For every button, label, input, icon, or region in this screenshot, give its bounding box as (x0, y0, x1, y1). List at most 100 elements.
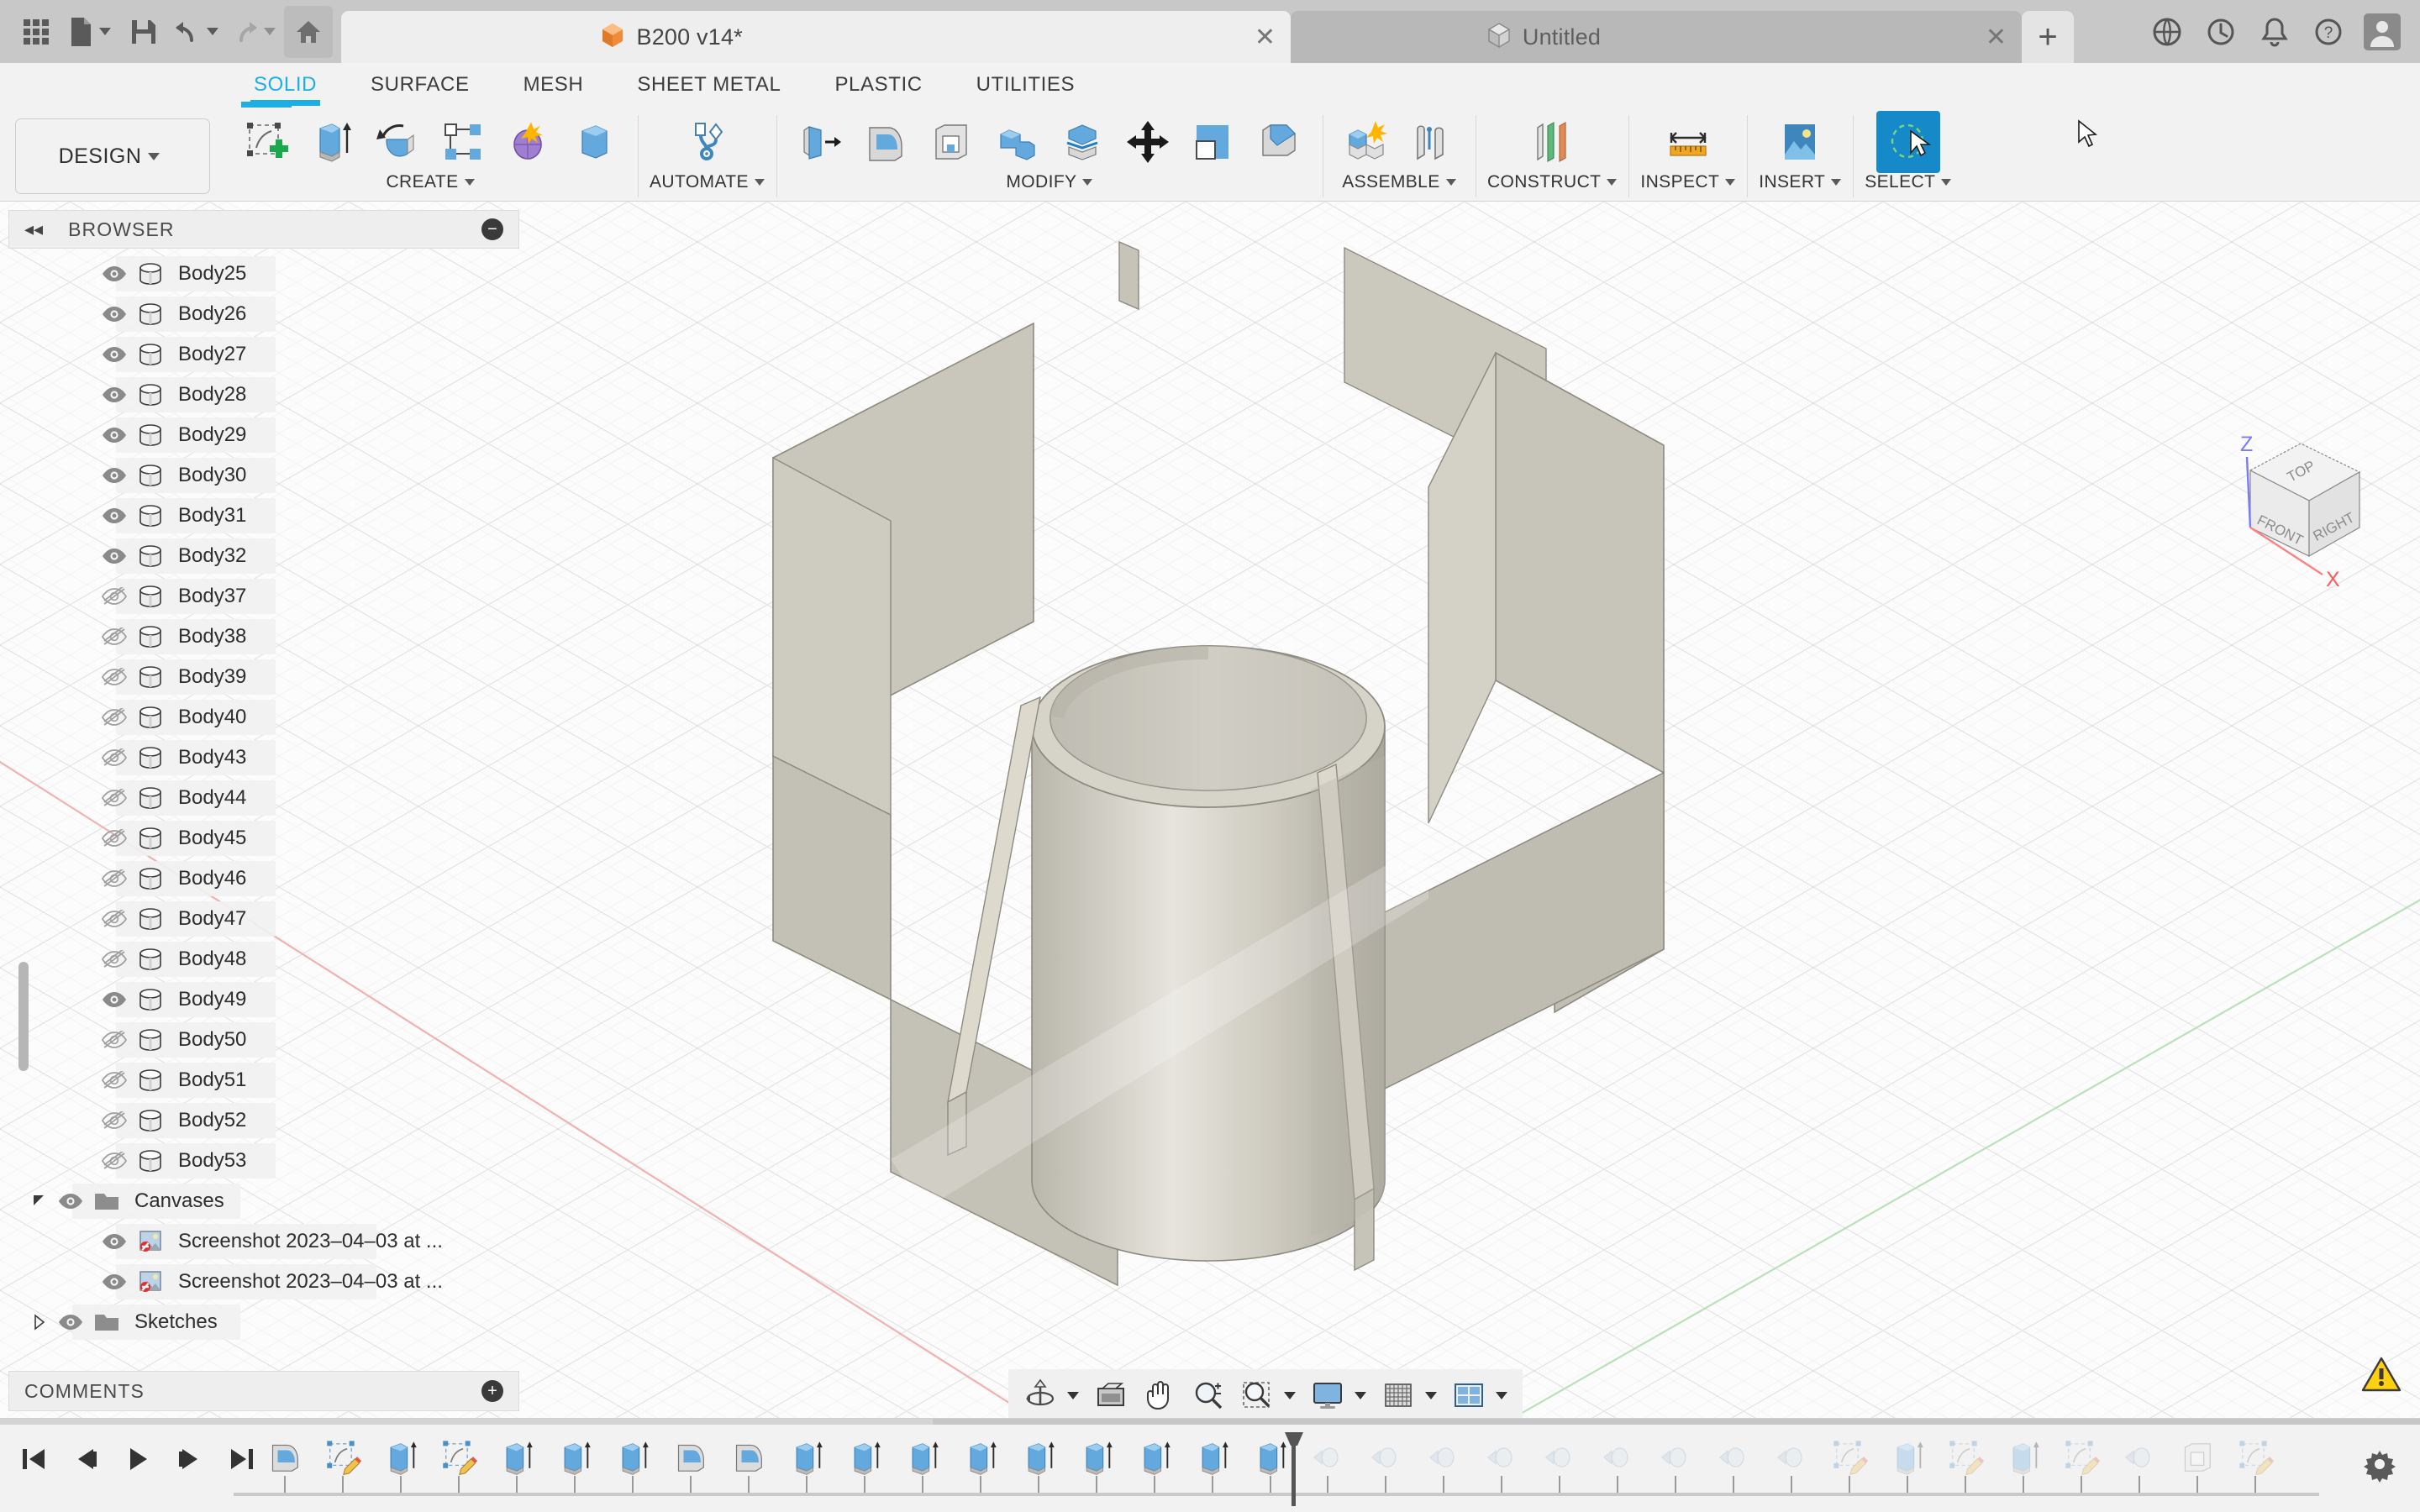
chevron-down-icon[interactable] (1067, 1392, 1079, 1399)
align-button[interactable] (1181, 111, 1245, 173)
insert-canvas-button[interactable] (1768, 111, 1832, 173)
orbit-button[interactable] (1017, 1372, 1064, 1419)
display-settings-button[interactable] (1304, 1372, 1351, 1419)
visibility-toggle[interactable] (96, 1152, 133, 1170)
app-grid-button[interactable] (12, 6, 60, 58)
joint-button[interactable] (1400, 111, 1464, 173)
grid-snaps-button[interactable] (1375, 1372, 1422, 1419)
ribbon-tab-surface[interactable]: SURFACE (344, 63, 497, 107)
group-label-construct[interactable]: CONSTRUCT (1487, 172, 1617, 192)
ribbon-tab-solid[interactable]: SOLID (227, 63, 344, 107)
visibility-toggle[interactable] (96, 587, 133, 606)
visibility-toggle[interactable] (96, 466, 133, 485)
timeline-feature[interactable] (1595, 1434, 1640, 1481)
timeline-feature[interactable] (378, 1434, 424, 1481)
split-body-button[interactable] (1050, 111, 1114, 173)
ribbon-tab-plastic[interactable]: PLASTIC (808, 63, 949, 107)
browser-item-body51[interactable]: Body51 (8, 1060, 519, 1100)
browser-item-body27[interactable]: Body27 (8, 334, 519, 375)
timeline-feature[interactable] (2175, 1434, 2220, 1481)
browser-item-body37[interactable]: Body37 (8, 576, 519, 617)
visibility-toggle[interactable] (96, 990, 133, 1009)
combine-button[interactable] (985, 111, 1049, 173)
new-tab-button[interactable]: + (2022, 11, 2074, 63)
save-button[interactable] (119, 6, 168, 58)
visibility-toggle[interactable] (96, 426, 133, 444)
chevron-down-icon[interactable] (1284, 1392, 1296, 1399)
browser-item-body25[interactable]: Body25 (8, 254, 519, 294)
tab-close-button[interactable]: ✕ (1964, 23, 2007, 52)
account-avatar-icon[interactable] (2358, 8, 2407, 56)
browser-scrollbar-thumb[interactable] (18, 962, 29, 1071)
browser-item-body45[interactable]: Body45 (8, 818, 519, 858)
group-label-select[interactable]: SELECT (1865, 172, 1951, 192)
visibility-toggle[interactable] (96, 1031, 133, 1049)
view-cube[interactable]: TOP FRONT RIGHT Z X (2191, 422, 2402, 598)
browser-item-body52[interactable]: Body52 (8, 1100, 519, 1141)
timeline-feature[interactable] (1363, 1434, 1408, 1481)
look-at-button[interactable] (1087, 1372, 1134, 1419)
browser-item-body26[interactable]: Body26 (8, 294, 519, 334)
timeline-feature[interactable] (900, 1434, 945, 1481)
timeline-feature-strip[interactable] (234, 1431, 2319, 1508)
visibility-toggle[interactable] (96, 305, 133, 323)
expander-collapse-icon[interactable] (27, 1193, 52, 1210)
browser-item-screenshot-2023-04-03-at[interactable]: Screenshot 2023–04–03 at ... (8, 1262, 519, 1302)
browser-item-body31[interactable]: Body31 (8, 496, 519, 536)
timeline-feature[interactable] (1190, 1434, 1235, 1481)
workspace-selector[interactable]: DESIGN (15, 118, 210, 194)
gear-icon[interactable] (2358, 1442, 2402, 1486)
timeline-feature[interactable] (262, 1434, 308, 1481)
new-file-button[interactable] (62, 6, 118, 58)
document-tab-0[interactable]: B200 v14* ✕ (341, 11, 1291, 63)
ribbon-tab-sheet-metal[interactable]: SHEET METAL (610, 63, 808, 107)
timeline-feature[interactable] (1074, 1434, 1119, 1481)
ribbon-tab-utilities[interactable]: UTILITIES (950, 63, 1102, 107)
chevron-down-icon[interactable] (1355, 1392, 1366, 1399)
shell-button[interactable] (919, 111, 983, 173)
browser-item-body47[interactable]: Body47 (8, 899, 519, 939)
create-sketch-button[interactable] (234, 111, 298, 173)
home-button[interactable] (284, 6, 333, 58)
browser-item-body29[interactable]: Body29 (8, 415, 519, 455)
timeline-feature[interactable] (320, 1434, 366, 1481)
timeline-feature[interactable] (1421, 1434, 1466, 1481)
visibility-toggle[interactable] (96, 869, 133, 888)
timeline-feature[interactable] (2059, 1434, 2104, 1481)
timeline-feature[interactable] (610, 1434, 655, 1481)
timeline-feature[interactable] (1711, 1434, 1756, 1481)
comments-add-button[interactable]: + (481, 1380, 503, 1402)
chamfer-button[interactable] (1247, 111, 1311, 173)
timeline-feature[interactable] (842, 1434, 887, 1481)
browser-item-body44[interactable]: Body44 (8, 778, 519, 818)
visibility-toggle[interactable] (96, 910, 133, 928)
timeline-feature[interactable] (2233, 1434, 2278, 1481)
visibility-toggle[interactable] (52, 1192, 89, 1210)
timeline-feature[interactable] (552, 1434, 597, 1481)
visibility-toggle[interactable] (96, 386, 133, 404)
timeline-feature[interactable] (494, 1434, 539, 1481)
group-label-inspect[interactable]: INSPECT (1640, 172, 1735, 192)
offset-plane-button[interactable] (1520, 111, 1584, 173)
warning-triangle-icon[interactable] (2361, 1356, 2402, 1393)
tab-close-button[interactable]: ✕ (1233, 23, 1276, 52)
visibility-toggle[interactable] (52, 1313, 89, 1331)
timeline-marker[interactable] (1281, 1431, 1307, 1508)
browser-item-body48[interactable]: Body48 (8, 939, 519, 979)
timeline-feature[interactable] (1653, 1434, 1698, 1481)
bell-icon[interactable] (2250, 8, 2299, 56)
timeline-feature[interactable] (668, 1434, 713, 1481)
browser-item-body38[interactable]: Body38 (8, 617, 519, 657)
expander-expand-icon[interactable] (27, 1314, 52, 1331)
visibility-toggle[interactable] (96, 547, 133, 565)
browser-minimize-button[interactable]: − (481, 218, 503, 240)
group-label-insert[interactable]: INSERT (1759, 172, 1841, 192)
visibility-toggle[interactable] (96, 265, 133, 283)
group-label-create[interactable]: CREATE (386, 172, 474, 192)
browser-item-body50[interactable]: Body50 (8, 1020, 519, 1060)
browser-item-body39[interactable]: Body39 (8, 657, 519, 697)
timeline-feature[interactable] (2117, 1434, 2162, 1481)
globe-icon[interactable] (2143, 8, 2191, 56)
visibility-toggle[interactable] (96, 627, 133, 646)
browser-item-body53[interactable]: Body53 (8, 1141, 519, 1181)
